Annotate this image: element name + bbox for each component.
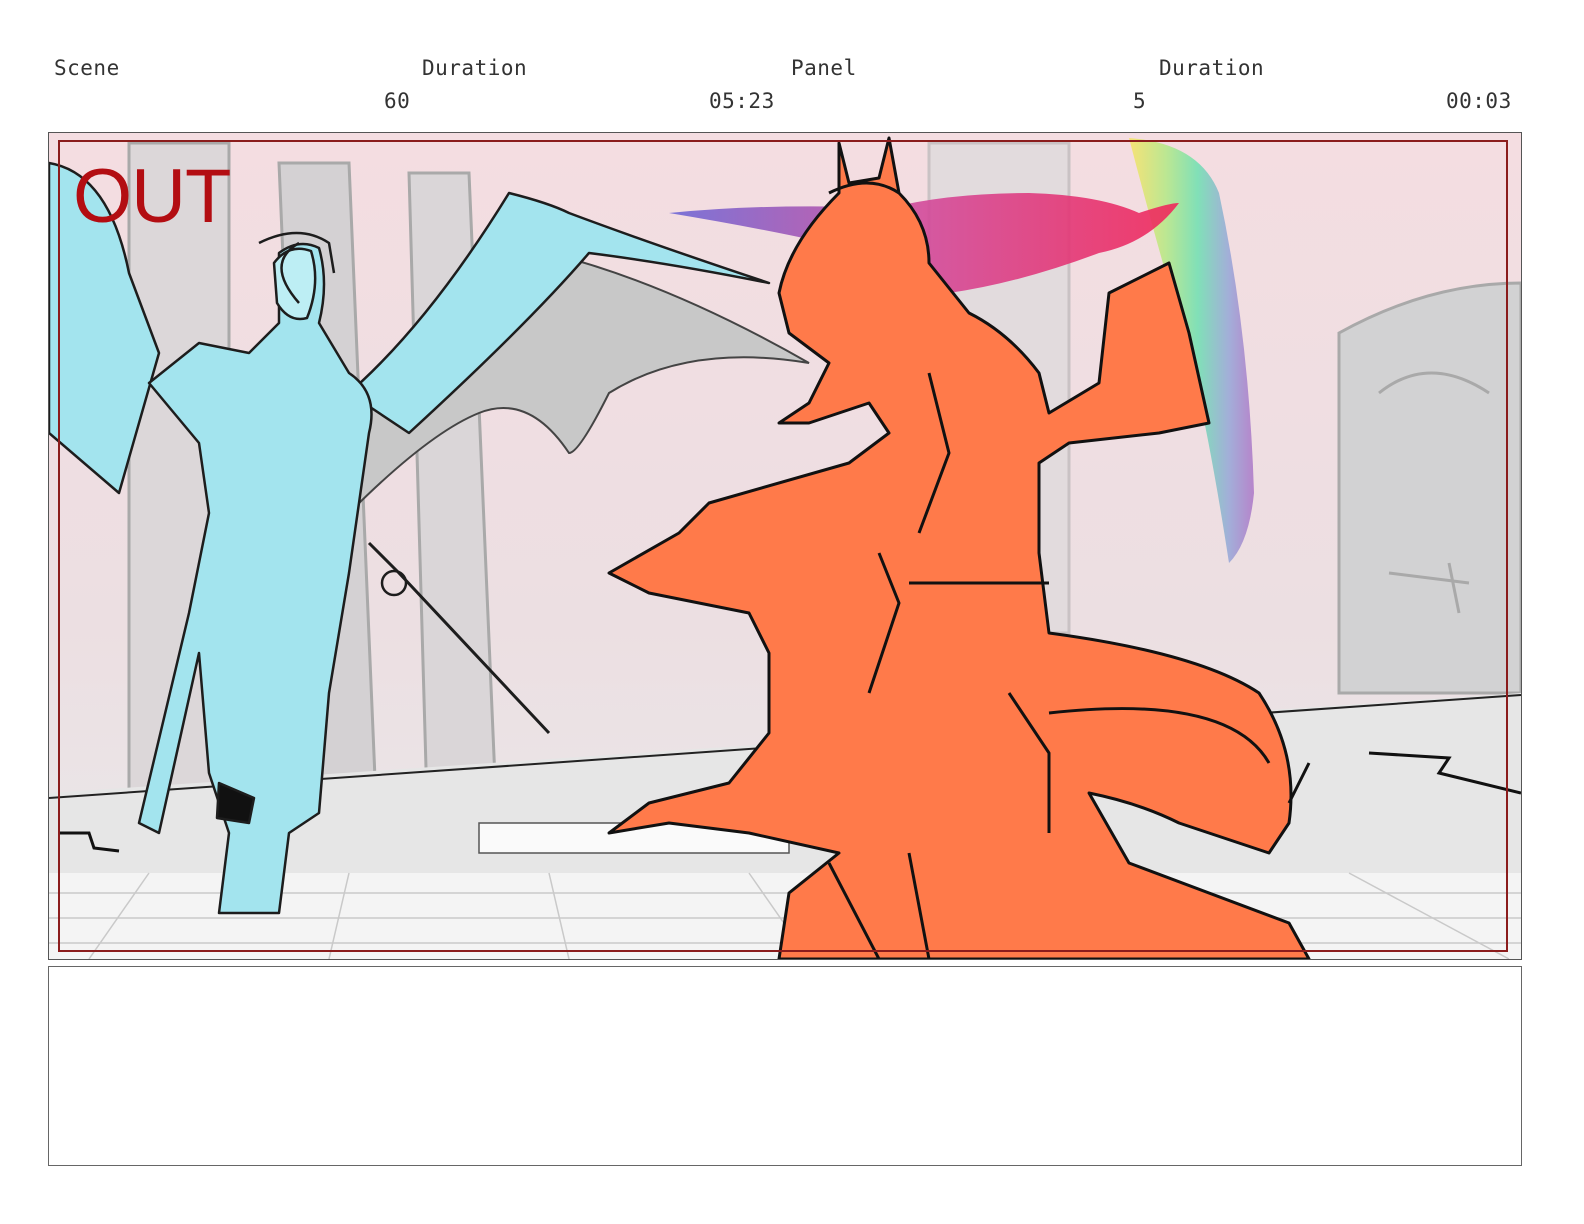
panel-notes-box[interactable] xyxy=(48,966,1522,1166)
panel-drawing xyxy=(49,133,1521,959)
storyboard-panel-image: OUT xyxy=(48,132,1522,960)
panel-duration-label: Duration xyxy=(1159,56,1265,80)
scene-duration-label: Duration xyxy=(422,56,528,80)
scene-number: 60 xyxy=(384,89,411,113)
panel-number: 5 xyxy=(1133,89,1147,113)
panel-duration: 00:03 xyxy=(1446,89,1512,113)
scene-duration: 05:23 xyxy=(709,89,775,113)
out-label: OUT xyxy=(73,154,231,239)
scene-label: Scene xyxy=(54,56,120,80)
panel-label: Panel xyxy=(791,56,857,80)
